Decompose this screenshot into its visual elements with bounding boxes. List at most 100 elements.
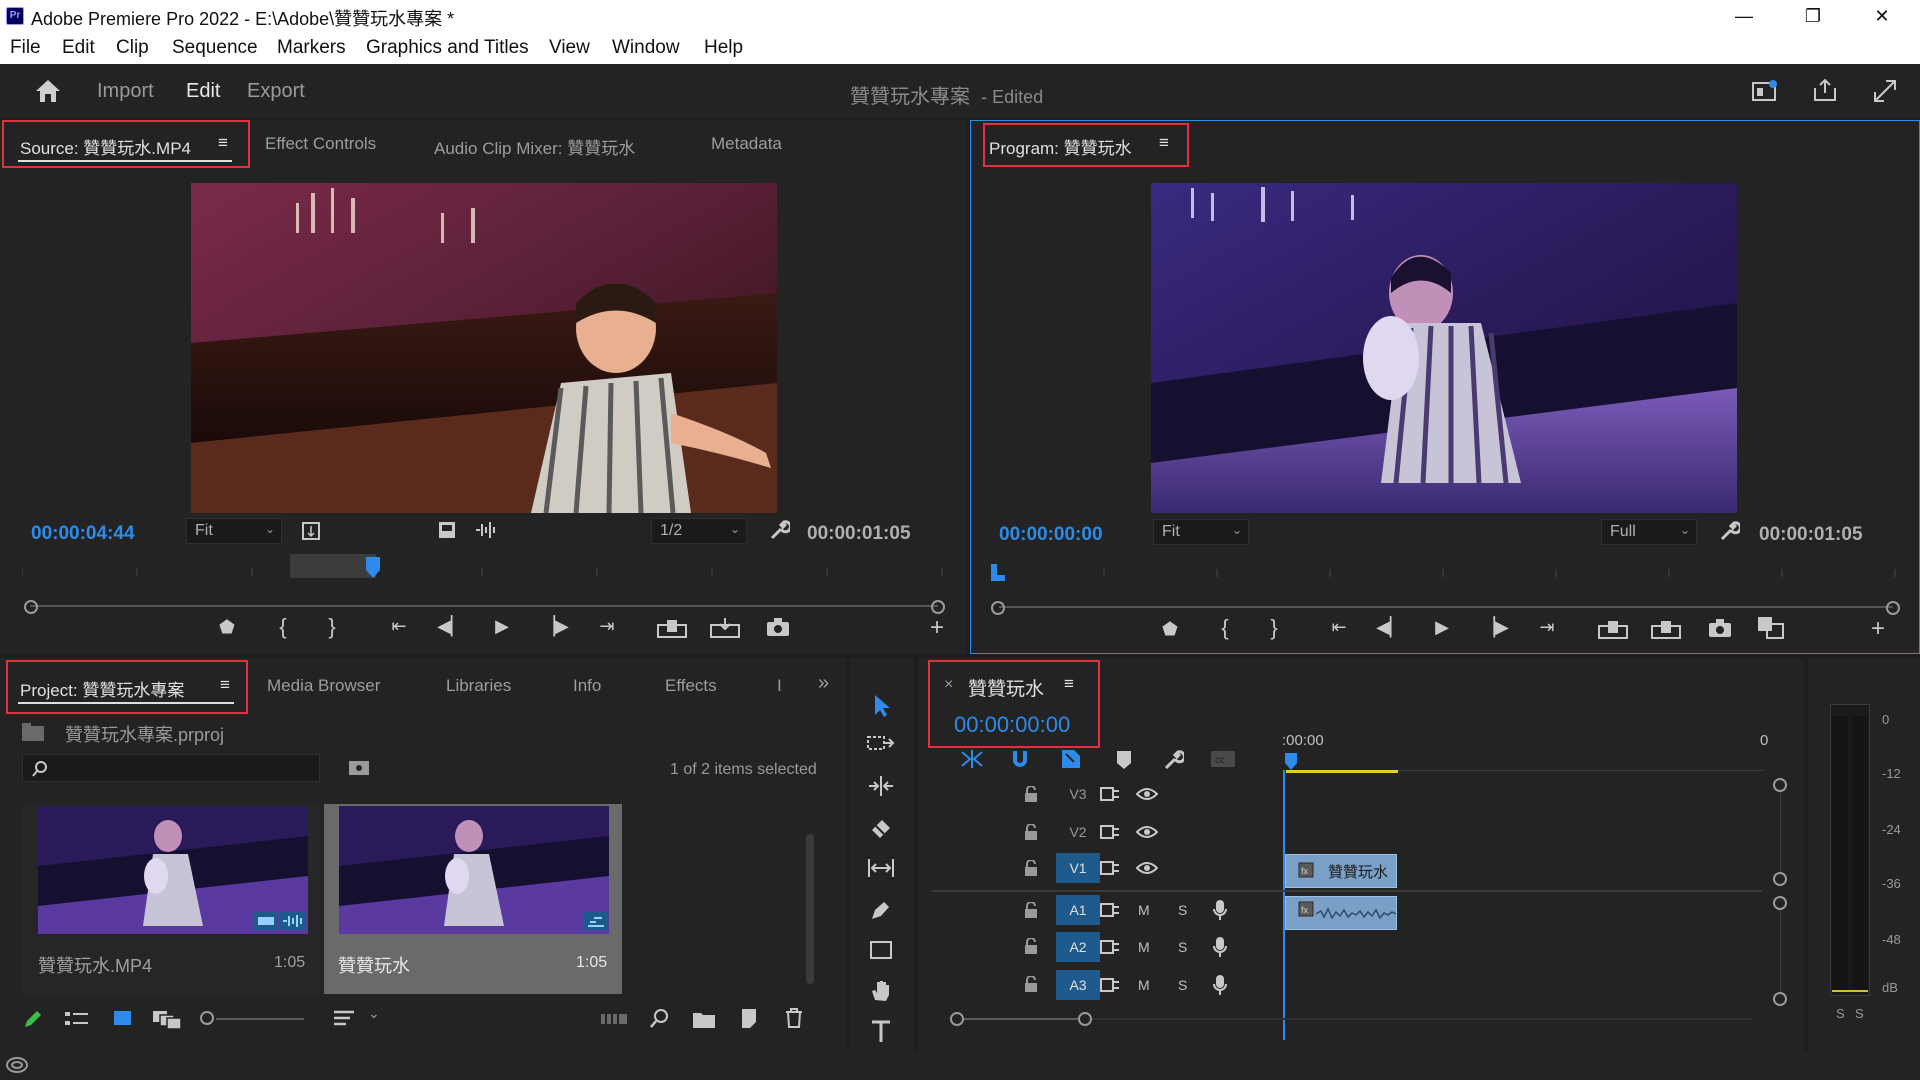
type-tool-icon[interactable] <box>868 1018 894 1044</box>
add-marker-icon[interactable]: ⬟ <box>213 617 241 638</box>
step-back-icon[interactable]: ◀▏ <box>1376 617 1404 638</box>
menu-clip[interactable]: Clip <box>116 37 149 59</box>
sync-lock-icon[interactable] <box>1100 786 1120 802</box>
timeline-zoom-start-handle[interactable] <box>950 1012 964 1026</box>
hand-tool-icon[interactable] <box>868 978 894 1004</box>
maximize-button[interactable]: ❐ <box>1781 0 1845 32</box>
program-scroll-end-handle[interactable] <box>1886 601 1900 615</box>
go-to-out-icon[interactable]: ⇥ <box>1533 617 1561 638</box>
go-to-out-icon[interactable]: ⇥ <box>593 616 621 637</box>
sync-lock-icon[interactable] <box>1100 977 1120 993</box>
work-area-bar[interactable] <box>1286 770 1398 773</box>
tab-media-browser[interactable]: Media Browser <box>267 676 380 696</box>
home-icon[interactable] <box>34 78 62 104</box>
solo-left-button[interactable]: S <box>1836 1006 1845 1021</box>
project-item-sequence[interactable]: 贊贊玩水 1:05 <box>324 804 622 994</box>
lock-icon[interactable] <box>1024 976 1038 992</box>
drag-audio-icon[interactable] <box>474 520 498 540</box>
project-scrollbar[interactable] <box>806 834 814 984</box>
step-forward-icon[interactable]: ▕▶ <box>1481 617 1509 638</box>
video-tracks-scroll-bottom-handle[interactable] <box>1773 872 1787 886</box>
source-button-editor-plus-icon[interactable]: + <box>923 614 951 642</box>
menu-window[interactable]: Window <box>612 37 680 59</box>
captions-icon[interactable]: cc <box>1210 750 1236 768</box>
audio-tracks-scroll-top-handle[interactable] <box>1773 896 1787 910</box>
minimize-button[interactable]: — <box>1712 0 1776 32</box>
tab-libraries[interactable]: Libraries <box>446 676 511 696</box>
overwrite-icon[interactable] <box>710 617 740 639</box>
lock-icon[interactable] <box>1024 786 1038 802</box>
freeform-view-icon[interactable] <box>152 1008 182 1030</box>
lock-icon[interactable] <box>1024 824 1038 840</box>
list-view-icon[interactable] <box>64 1010 90 1028</box>
sync-lock-icon[interactable] <box>1100 824 1120 840</box>
project-search-input[interactable] <box>22 754 320 782</box>
audio-clip[interactable]: fx <box>1285 896 1397 930</box>
sync-lock-icon[interactable] <box>1100 939 1120 955</box>
menu-view[interactable]: View <box>549 37 590 59</box>
program-resolution-dropdown[interactable]: Full ⌄ <box>1601 519 1697 545</box>
source-zoom-dropdown[interactable]: Fit ⌄ <box>186 518 282 544</box>
eye-icon[interactable] <box>1136 787 1158 801</box>
eye-icon[interactable] <box>1136 825 1158 839</box>
more-panels-icon[interactable]: » <box>818 672 829 695</box>
mute-button[interactable]: M <box>1138 939 1150 955</box>
selection-tool-icon[interactable] <box>870 693 894 719</box>
program-button-editor-plus-icon[interactable]: + <box>1864 615 1892 643</box>
tab-effect-controls[interactable]: Effect Controls <box>265 134 376 154</box>
sync-lock-icon[interactable] <box>1100 902 1120 918</box>
safe-margins-icon[interactable] <box>301 521 321 541</box>
ripple-edit-tool-icon[interactable] <box>866 774 896 798</box>
slip-tool-icon[interactable] <box>866 856 896 880</box>
wrench-settings-icon[interactable] <box>768 518 790 540</box>
razor-tool-icon[interactable] <box>868 816 894 840</box>
workspace-export[interactable]: Export <box>247 80 305 103</box>
program-time-ruler[interactable] <box>991 557 1901 621</box>
source-scroll-start-handle[interactable] <box>24 600 38 614</box>
mute-button[interactable]: M <box>1138 977 1150 993</box>
snap-magnet-icon[interactable] <box>1010 748 1030 770</box>
menu-markers[interactable]: Markers <box>277 37 346 59</box>
menu-sequence[interactable]: Sequence <box>172 37 258 59</box>
zoom-slider-track[interactable] <box>216 1018 304 1020</box>
microphone-icon[interactable] <box>1212 974 1228 996</box>
tab-overflow-partial[interactable]: I <box>777 676 782 696</box>
solo-right-button[interactable]: S <box>1855 1006 1864 1021</box>
add-marker-icon[interactable] <box>1116 750 1132 770</box>
source-in-out-range[interactable] <box>290 554 376 578</box>
project-item-media-clip[interactable]: 贊贊玩水.MP4 1:05 <box>22 804 320 994</box>
mark-in-icon[interactable]: { <box>269 614 297 640</box>
track-label-v3[interactable]: V3 <box>1056 779 1100 809</box>
track-label-a2[interactable]: A2 <box>1056 932 1100 962</box>
insert-icon[interactable] <box>657 617 687 639</box>
add-marker-icon[interactable]: ⬟ <box>1156 619 1184 640</box>
share-icon[interactable] <box>1812 77 1838 103</box>
mark-out-icon[interactable]: } <box>318 614 346 640</box>
fullscreen-icon[interactable] <box>1872 78 1898 104</box>
trash-icon[interactable] <box>784 1007 804 1029</box>
step-forward-icon[interactable]: ▕▶ <box>541 616 569 637</box>
timeline-zoom-end-handle[interactable] <box>1078 1012 1092 1026</box>
tab-metadata[interactable]: Metadata <box>711 134 782 154</box>
timeline-zoom-bar[interactable] <box>964 1018 1078 1020</box>
source-resolution-dropdown[interactable]: 1/2 ⌄ <box>651 518 747 544</box>
program-current-timecode[interactable]: 00:00:00:00 <box>999 524 1103 546</box>
track-label-v2[interactable]: V2 <box>1056 817 1100 847</box>
source-current-timecode[interactable]: 00:00:04:44 <box>31 523 135 545</box>
new-search-bin-icon[interactable] <box>348 758 370 776</box>
tab-audio-clip-mixer[interactable]: Audio Clip Mixer: 贊贊玩水 <box>434 134 635 159</box>
sync-lock-icon[interactable] <box>1100 860 1120 876</box>
drag-video-icon[interactable] <box>437 520 457 540</box>
track-select-forward-tool-icon[interactable] <box>866 732 896 756</box>
workspace-edit[interactable]: Edit <box>186 80 220 103</box>
go-to-in-icon[interactable]: ⇤ <box>1325 617 1353 638</box>
linked-selection-icon[interactable] <box>1060 748 1082 770</box>
lift-icon[interactable] <box>1598 618 1628 640</box>
close-button[interactable]: ✕ <box>1850 0 1914 32</box>
mark-out-icon[interactable]: } <box>1260 615 1288 641</box>
new-item-icon[interactable] <box>738 1007 760 1029</box>
zoom-slider-handle[interactable] <box>200 1011 214 1025</box>
pencil-icon[interactable] <box>22 1008 44 1030</box>
solo-button[interactable]: S <box>1178 939 1187 955</box>
find-icon[interactable] <box>649 1008 671 1030</box>
